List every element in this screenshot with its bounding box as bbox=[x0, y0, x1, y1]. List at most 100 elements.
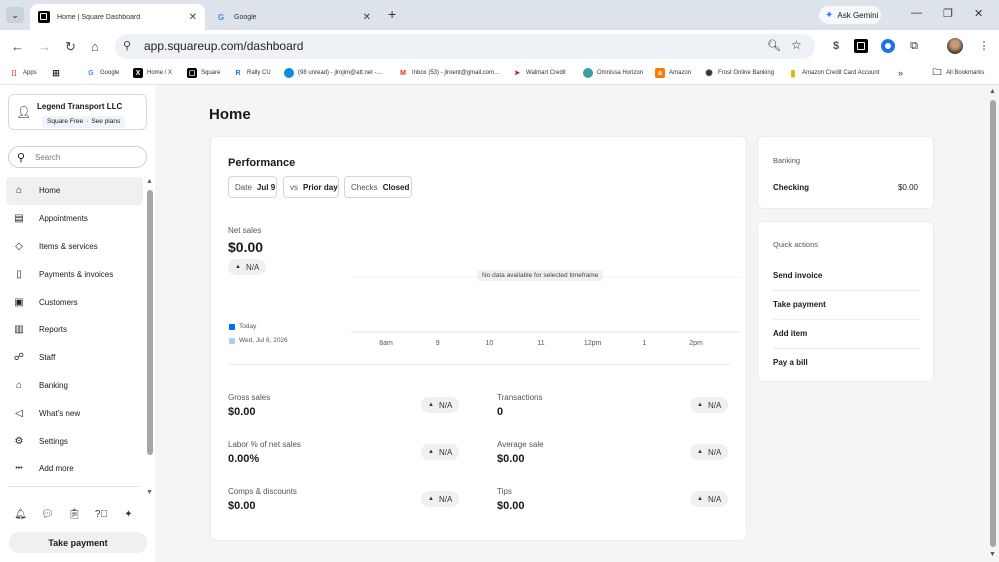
sidebar-item-appointments[interactable]: ▤ Appointments bbox=[6, 205, 143, 233]
business-name: Legend Transport LLC bbox=[37, 102, 123, 111]
square-dashboard: 👤︎ Legend Transport LLC Square Free · Se… bbox=[0, 85, 999, 562]
profile-avatar-icon[interactable] bbox=[947, 38, 963, 54]
performance-divider bbox=[228, 364, 730, 365]
restore-icon[interactable]: ❐ bbox=[943, 7, 953, 20]
sparkle-assistant-icon[interactable]: ✦ bbox=[122, 509, 135, 520]
merchant-switcher[interactable]: 👤︎ Legend Transport LLC Square Free · Se… bbox=[8, 94, 147, 130]
folder-icon: 🗀︎ bbox=[932, 67, 942, 77]
team-icon: ☍ bbox=[13, 352, 25, 364]
tab-close-icon[interactable]: ✕ bbox=[363, 12, 371, 23]
zoom-magnifier-icon[interactable]: 🔍︎ bbox=[767, 39, 781, 52]
address-bar[interactable]: ⚲ app.squareup.com/dashboard 🔍︎ ☆ bbox=[115, 34, 815, 59]
back-arrow-icon[interactable]: ← bbox=[11, 39, 24, 54]
quick-action-pay-a-bill[interactable]: Pay a bill bbox=[773, 349, 920, 378]
search-input[interactable] bbox=[35, 150, 135, 164]
notifications-bell-icon[interactable]: 🔔︎ bbox=[14, 509, 27, 520]
sidebar-item-reports[interactable]: ▥ Reports bbox=[6, 316, 143, 344]
browser-tab-google[interactable]: G Google ✕ bbox=[207, 4, 379, 30]
sidebar-item-home[interactable]: ⌂ Home bbox=[6, 177, 143, 205]
bookmark-x[interactable]: X Home / X bbox=[133, 68, 172, 78]
scroll-down-icon[interactable]: ▼ bbox=[989, 551, 996, 558]
bookmark-google[interactable]: G Google bbox=[86, 68, 119, 78]
sidebar-scroll-thumb[interactable] bbox=[147, 190, 153, 455]
clipboard-icon[interactable]: 📋︎ bbox=[68, 509, 81, 520]
bookmarks-overflow-icon[interactable]: » bbox=[898, 68, 903, 78]
bookmark-amazon[interactable]: a Amazon bbox=[655, 68, 691, 78]
bookmark-star-icon[interactable]: ☆ bbox=[791, 38, 802, 52]
scroll-up-icon[interactable]: ▲ bbox=[146, 178, 153, 185]
labor-of-net-sales-change-badge: ▲ N/A bbox=[421, 444, 460, 460]
checks-filter[interactable]: Checks Closed bbox=[344, 176, 412, 198]
checking-account-label[interactable]: Checking bbox=[773, 183, 809, 192]
scroll-down-icon[interactable]: ▼ bbox=[146, 489, 153, 496]
sidebar-item-what-s-new[interactable]: ◁ What's new bbox=[6, 399, 143, 427]
date-filter[interactable]: Date Jul 9 bbox=[228, 176, 277, 198]
bookmark-frost[interactable]: ✺ Frost Online Banking bbox=[704, 68, 774, 78]
take-payment-button[interactable]: Take payment bbox=[9, 532, 147, 553]
triangle-up-icon: ▲ bbox=[697, 449, 703, 455]
url-text: app.squareup.com/dashboard bbox=[144, 39, 304, 53]
sidebar-item-customers[interactable]: ▣ Customers bbox=[6, 288, 143, 316]
comps-discounts-change-badge: ▲ N/A bbox=[421, 491, 460, 507]
sidebar-utility-icons: 🔔︎ 💬︎ 📋︎ ?⃝ ✦ bbox=[14, 509, 135, 520]
square-extension-icon[interactable] bbox=[854, 39, 868, 53]
sidebar-divider bbox=[8, 486, 139, 487]
scroll-up-icon[interactable]: ▲ bbox=[989, 88, 996, 95]
sidebar-search[interactable]: ⚲ bbox=[8, 146, 147, 168]
bookmark-gmail[interactable]: M Inbox (53) - jlroent@gmail.com... bbox=[398, 68, 499, 78]
browser-tab-square[interactable]: Home | Square Dashboard ✕ bbox=[30, 4, 205, 30]
bookmark-square[interactable]: ▢ Square bbox=[187, 68, 220, 78]
sidebar-item-payments-invoices[interactable]: ▯ Payments & invoices bbox=[6, 260, 143, 288]
dollar-extension-icon[interactable]: $ bbox=[829, 39, 843, 53]
bookmark-apps[interactable]: ⁞⁞ Apps bbox=[9, 68, 36, 78]
help-icon[interactable]: ?⃝ bbox=[95, 509, 108, 520]
new-tab-plus-icon[interactable]: + bbox=[388, 6, 396, 22]
sidebar-item-banking[interactable]: ⌂ Banking bbox=[6, 372, 143, 400]
google-icon: G bbox=[88, 69, 94, 77]
forward-arrow-icon[interactable]: → bbox=[38, 39, 51, 54]
sidebar-scrollbar[interactable]: ▲ ▼ bbox=[146, 178, 153, 500]
tab-search-dropdown[interactable]: ⌄ bbox=[6, 7, 24, 23]
site-settings-icon[interactable]: ⚲ bbox=[123, 39, 131, 52]
contacts-icon: ▣ bbox=[14, 296, 24, 308]
ask-gemini-button[interactable]: ✦ Ask Gemini bbox=[819, 6, 881, 24]
quick-action-send-invoice[interactable]: Send invoice bbox=[773, 262, 920, 291]
sidebar-item-label: Payments & invoices bbox=[39, 269, 114, 279]
main-scrollbar[interactable]: ▲ ▼ bbox=[989, 88, 997, 558]
comparison-filter[interactable]: vs Prior day bbox=[283, 176, 339, 198]
minimize-icon[interactable]: — bbox=[911, 7, 922, 19]
browser-menu-kebab-icon[interactable]: ⋮ bbox=[977, 39, 991, 53]
grid-icon: ⊞ bbox=[52, 67, 60, 78]
triangle-up-icon: ▲ bbox=[697, 402, 703, 408]
sidebar-item-staff[interactable]: ☍ Staff bbox=[6, 344, 143, 372]
plan-badge[interactable]: Square Free · See plans bbox=[42, 116, 126, 128]
sidebar-item-label: Reports bbox=[39, 325, 68, 335]
all-bookmarks[interactable]: 🗀︎ All Bookmarks bbox=[932, 67, 984, 78]
tab-close-icon[interactable]: ✕ bbox=[189, 12, 197, 23]
quick-actions-header: Quick actions bbox=[773, 240, 819, 249]
window-close-icon[interactable]: ✕ bbox=[974, 7, 983, 20]
bookmark-rally[interactable]: R Rally CU bbox=[233, 68, 270, 78]
home-browser-icon[interactable]: ⌂ bbox=[91, 39, 99, 54]
bookmark-walmart[interactable]: ➤ Walmart Credit bbox=[512, 68, 566, 78]
main-scroll-thumb[interactable] bbox=[990, 100, 996, 547]
triangle-up-icon: ▲ bbox=[428, 402, 434, 408]
see-plans-link[interactable]: See plans bbox=[91, 116, 120, 128]
legend-today: Today bbox=[229, 323, 256, 330]
no-data-message: No data available for selected timeframe bbox=[477, 270, 604, 281]
reload-icon[interactable]: ↻ bbox=[65, 39, 76, 55]
gear-icon: ⚙ bbox=[14, 435, 24, 447]
bookmark-omnissa[interactable]: Omnissa Horizon bbox=[583, 68, 643, 78]
sidebar-item-settings[interactable]: ⚙ Settings bbox=[6, 427, 143, 455]
blue-circle-extension-icon[interactable] bbox=[881, 39, 895, 53]
bookmark-att[interactable]: (98 unread) - jlrojim@att.net -... bbox=[284, 68, 381, 78]
messages-icon[interactable]: 💬︎ bbox=[41, 509, 54, 520]
quick-action-take-payment[interactable]: Take payment bbox=[773, 291, 920, 320]
quick-action-add-item[interactable]: Add item bbox=[773, 320, 920, 349]
bookmark-grid[interactable]: ⊞ bbox=[51, 68, 61, 78]
extensions-puzzle-icon[interactable]: ⧉ bbox=[907, 39, 921, 53]
triangle-up-icon: ▲ bbox=[235, 264, 241, 270]
bookmark-amazon-card[interactable]: ▮ Amazon Credit Card Account bbox=[788, 68, 880, 78]
sidebar-item-items-services[interactable]: ◇ Items & services bbox=[6, 233, 143, 261]
sidebar-item-add-more[interactable]: ••• Add more bbox=[6, 455, 143, 483]
